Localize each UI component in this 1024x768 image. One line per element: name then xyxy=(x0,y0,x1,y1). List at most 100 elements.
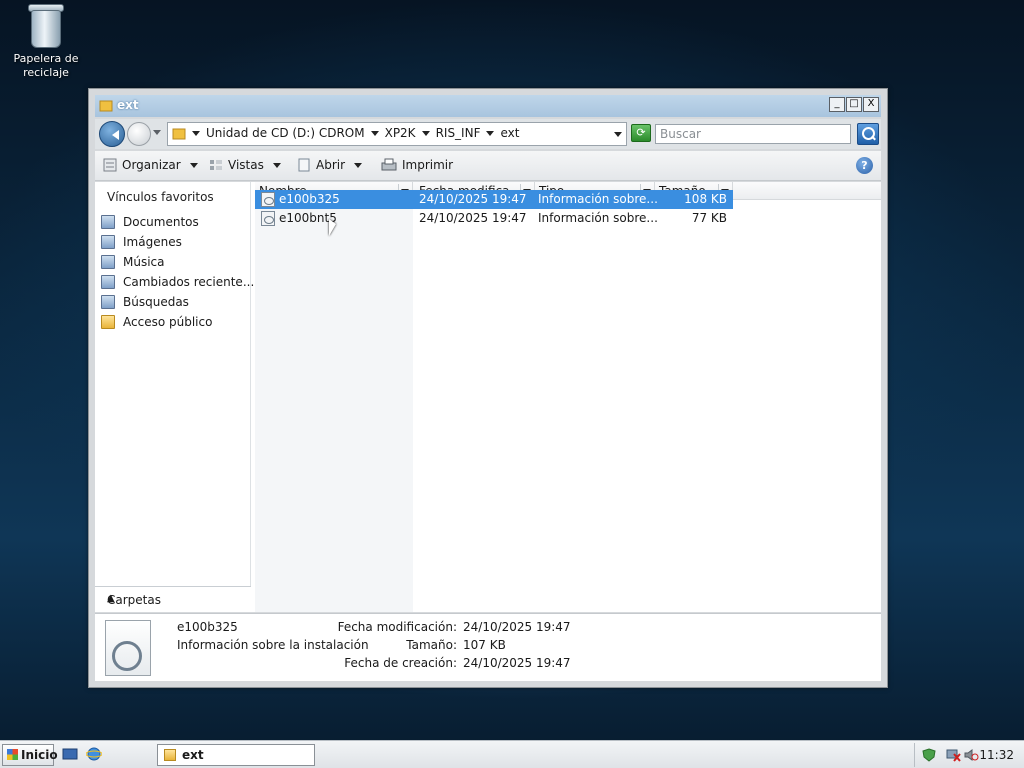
details-created-value: 24/10/2025 19:47 xyxy=(463,656,571,670)
nav-item-public[interactable]: Acceso público xyxy=(101,315,212,329)
folder-icon xyxy=(172,128,186,140)
refresh-button[interactable]: ⟳ xyxy=(631,124,651,142)
organize-label: Organizar xyxy=(122,158,181,172)
print-button[interactable]: Imprimir xyxy=(381,158,453,172)
navigation-pane: Vínculos favoritos Documentos Imágenes M… xyxy=(95,182,254,612)
table-row[interactable]: e100b325 24/10/2025 19:47 Información so… xyxy=(255,190,733,209)
file-size: 108 KB xyxy=(684,192,727,206)
nav-item-recently-changed[interactable]: Cambiados reciente... xyxy=(101,275,254,289)
window-title: ext xyxy=(117,98,139,112)
details-size-value: 107 KB xyxy=(463,638,506,652)
nav-item-documents[interactable]: Documentos xyxy=(101,215,199,229)
back-button[interactable] xyxy=(99,121,125,147)
address-dropdown[interactable] xyxy=(614,132,622,141)
folder-icon xyxy=(99,100,113,112)
nav-item-label: Búsquedas xyxy=(123,295,189,309)
music-icon xyxy=(101,255,115,269)
views-label: Vistas xyxy=(228,158,264,172)
search-input[interactable]: Buscar xyxy=(655,124,851,144)
network-disconnected-icon[interactable] xyxy=(945,748,961,762)
command-bar: Organizar Vistas Abrir Imprimir ? xyxy=(95,151,881,181)
title-bar[interactable]: ext _ □ X xyxy=(95,95,881,117)
details-modified-value: 24/10/2025 19:47 xyxy=(463,620,571,634)
setup-info-file-icon xyxy=(261,192,275,207)
nav-item-label: Música xyxy=(123,255,165,269)
details-pane: e100b325 Información sobre la instalació… xyxy=(95,613,881,681)
organize-button[interactable]: Organizar xyxy=(103,158,198,172)
nav-item-label: Cambiados reciente... xyxy=(123,275,255,289)
views-button[interactable]: Vistas xyxy=(209,158,281,172)
organize-icon xyxy=(103,158,117,172)
details-file-name: e100b325 xyxy=(177,620,238,634)
print-label: Imprimir xyxy=(402,158,454,172)
nav-item-music[interactable]: Música xyxy=(101,255,165,269)
file-type: Información sobre... xyxy=(538,192,658,206)
folder-icon xyxy=(101,315,115,329)
system-tray: 11:32 xyxy=(914,743,1024,767)
open-icon xyxy=(298,158,310,172)
start-button[interactable]: Inicio xyxy=(2,744,58,766)
setup-info-file-icon xyxy=(105,620,151,676)
nav-item-pictures[interactable]: Imágenes xyxy=(101,235,182,249)
open-label: Abrir xyxy=(316,158,346,172)
views-icon xyxy=(210,160,222,170)
forward-button[interactable] xyxy=(127,122,151,146)
crumb-ris-inf[interactable]: RIS_INF xyxy=(436,126,481,140)
details-modified-label: Fecha modificación: xyxy=(337,620,457,634)
file-date: 24/10/2025 19:47 xyxy=(419,211,527,225)
file-type: Información sobre... xyxy=(538,211,658,225)
explorer-window: ext _ □ X Unidad de CD (D:) CDROM XP2K R… xyxy=(88,88,888,688)
search-button[interactable] xyxy=(857,123,879,145)
file-size: 77 KB xyxy=(691,211,727,225)
nav-item-label: Imágenes xyxy=(123,235,182,249)
open-button[interactable]: Abrir xyxy=(297,158,363,172)
recycle-bin-desktop-icon[interactable]: Papelera de reciclaje xyxy=(8,2,84,80)
taskbar-window-label: ext xyxy=(182,748,204,762)
file-name: e100b325 xyxy=(279,192,340,206)
taskbar: Inicio ext 11:32 xyxy=(0,740,1024,768)
recent-pages-dropdown[interactable] xyxy=(153,130,161,139)
file-date: 24/10/2025 19:47 xyxy=(419,192,527,206)
nav-item-label: Acceso público xyxy=(123,315,213,329)
clock[interactable]: 11:32 xyxy=(979,748,1014,762)
chevron-down-icon[interactable] xyxy=(192,130,200,140)
taskbar-window-button[interactable]: ext xyxy=(157,744,315,766)
chevron-down-icon[interactable] xyxy=(421,130,430,140)
crumb-xp2k[interactable]: XP2K xyxy=(385,126,416,140)
details-created-label: Fecha de creación: xyxy=(344,656,457,670)
help-icon[interactable]: ? xyxy=(856,157,873,174)
printer-icon xyxy=(381,158,397,171)
searches-icon xyxy=(101,295,115,309)
crumb-ext[interactable]: ext xyxy=(500,126,519,140)
documents-icon xyxy=(101,215,115,229)
address-bar: Unidad de CD (D:) CDROM XP2K RIS_INF ext… xyxy=(95,119,881,149)
show-desktop-icon[interactable] xyxy=(62,747,78,761)
internet-explorer-icon[interactable] xyxy=(86,747,102,761)
nav-item-searches[interactable]: Búsquedas xyxy=(101,295,189,309)
details-size-label: Tamaño: xyxy=(406,638,457,652)
minimize-button[interactable]: _ xyxy=(829,97,845,112)
chevron-up-icon: ▲ xyxy=(107,593,115,604)
recent-icon xyxy=(101,275,115,289)
folder-icon xyxy=(164,749,176,761)
nav-item-label: Documentos xyxy=(123,215,199,229)
chevron-down-icon[interactable] xyxy=(486,130,495,140)
folders-toggle[interactable]: Carpetas ▲ xyxy=(95,586,251,612)
details-file-type: Información sobre la instalación xyxy=(177,638,369,652)
security-shield-icon[interactable] xyxy=(921,748,937,762)
maximize-button[interactable]: □ xyxy=(846,97,862,112)
setup-info-file-icon xyxy=(261,211,275,226)
mouse-cursor-icon xyxy=(329,219,336,236)
file-list: Nombre Fecha modifica... Tipo Tamaño xyxy=(255,182,881,612)
content-area: Vínculos favoritos Documentos Imágenes M… xyxy=(95,182,881,612)
close-button[interactable]: X xyxy=(863,97,879,112)
pictures-icon xyxy=(101,235,115,249)
volume-muted-icon[interactable] xyxy=(963,748,979,762)
chevron-down-icon[interactable] xyxy=(370,130,379,140)
recycle-bin-icon xyxy=(27,2,65,48)
favorite-links-heading: Vínculos favoritos xyxy=(107,190,214,204)
crumb-drive[interactable]: Unidad de CD (D:) CDROM xyxy=(206,126,365,140)
recycle-bin-label: Papelera de reciclaje xyxy=(13,52,79,79)
breadcrumb[interactable]: Unidad de CD (D:) CDROM XP2K RIS_INF ext xyxy=(167,122,627,146)
table-row[interactable]: e100bnt5 24/10/2025 19:47 Información so… xyxy=(255,209,733,228)
